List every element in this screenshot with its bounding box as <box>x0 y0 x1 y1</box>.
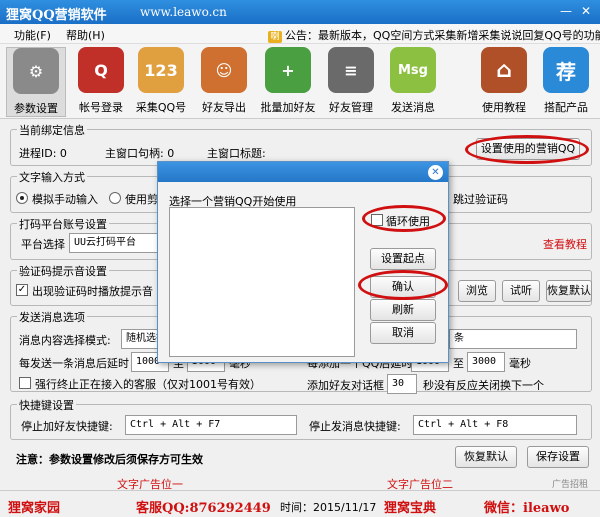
dialog-close-icon[interactable]: ✕ <box>428 165 443 180</box>
text-input-title: 文字输入方式 <box>17 169 87 185</box>
mode-label: 消息内容选择模式: <box>19 334 111 347</box>
tutorial-link[interactable]: 查看教程 <box>543 236 587 252</box>
qq-list[interactable] <box>169 207 355 357</box>
loop-highlight-oval <box>362 205 446 232</box>
menu-bar: 功能(F) 帮助(H) 喇公告：最新版本，QQ空间方式采集新增采集说说回复QQ号… <box>0 24 600 44</box>
dialog-title-bar <box>158 162 448 182</box>
recommend-icon: 荐 <box>543 47 589 93</box>
radio-manual[interactable] <box>16 192 28 204</box>
restore-defaults-button[interactable]: 恢复默认 <box>455 446 517 468</box>
stop-send-input[interactable]: Ctrl + Alt + F8 <box>413 415 577 435</box>
toolbar-friends[interactable]: ≡ 好友管理 <box>321 47 381 117</box>
stop-send-label: 停止发消息快捷键: <box>309 420 401 433</box>
window-title-label: 主窗口标题: <box>207 147 266 160</box>
menu-help[interactable]: 帮助(H) <box>66 27 105 43</box>
ad-slot-2[interactable]: 文字广告位二 <box>330 476 510 491</box>
send-options-title: 发送消息选项 <box>17 309 87 325</box>
toolbar: ⚙ 参数设置 Q 帐号登录 123 采集QQ号 ☺ 好友导出 + 批量加好友 ≡ 好友管理 … <box>0 44 600 119</box>
toolbar-login[interactable]: Q 帐号登录 <box>71 47 131 117</box>
notice-text: 公告：最新版本，QQ空间方式采集新增采集说说回复QQ号的功能！ <box>285 29 600 42</box>
app-url: www.leawo.cn <box>140 5 227 19</box>
save-note: 注意：参数设置修改后须保存方可生效 <box>16 453 203 466</box>
app-title: 狸窝QQ营销软件 <box>6 8 107 23</box>
toolbar-products[interactable]: 荐搭配产品 <box>536 47 596 117</box>
highlight-oval <box>465 135 589 164</box>
save-settings-button[interactable]: 保存设置 <box>527 446 589 468</box>
add-delay-to-input[interactable]: 3000 <box>467 352 505 372</box>
toolbar-label: 好友导出 <box>202 101 246 114</box>
platform-label: 平台选择 <box>21 238 65 251</box>
window-handle: 主窗口句柄: 0 <box>105 147 175 160</box>
dialog-timeout-suffix: 秒没有反应关闭换下一个 <box>423 379 544 392</box>
toolbar-label: 采集QQ号 <box>135 101 187 114</box>
stop-add-input[interactable]: Ctrl + Alt + F7 <box>125 415 297 435</box>
captcha-sound-label: 出现验证码时播放提示音 <box>32 285 153 298</box>
notice-bar[interactable]: 喇公告：最新版本，QQ空间方式采集新增采集说说回复QQ号的功能！ <box>268 27 600 43</box>
date-label: 时间：2015/11/17 <box>280 501 377 514</box>
add-delay-unit: 毫秒 <box>509 357 531 370</box>
toolbar-export[interactable]: ☺ 好友导出 <box>194 47 254 117</box>
toolbar-label: 使用教程 <box>482 101 526 114</box>
process-id: 进程ID: 0 <box>19 147 67 160</box>
gear-icon: ⚙ <box>13 48 59 94</box>
guide-link[interactable]: 狸窝宝典 <box>384 497 436 516</box>
qq-login-icon: Q <box>78 47 124 93</box>
set-start-button[interactable]: 设置起点 <box>370 248 436 270</box>
force-stop-label: 强行终止正在接入的客服（仅对1001号有效） <box>35 378 261 391</box>
add-delay-to-label: 至 <box>453 357 464 370</box>
notebook-icon: ≡ <box>328 47 374 93</box>
platform-title: 打码平台账号设置 <box>17 216 109 232</box>
ad-slot-1[interactable]: 文字广告位一 <box>60 476 240 491</box>
service-qq: 客服QQ:876292449 <box>136 501 271 516</box>
stop-add-label: 停止加好友快捷键: <box>21 420 113 433</box>
browse-button[interactable]: 浏览 <box>458 280 496 302</box>
number-icon: 123 <box>138 47 184 93</box>
cancel-button[interactable]: 取消 <box>370 322 436 344</box>
radio-clipboard[interactable] <box>109 192 121 204</box>
wechat-label: 微信：ileawo <box>484 501 570 516</box>
toolbar-collect[interactable]: 123 采集QQ号 <box>131 47 191 117</box>
toolbar-label: 发送消息 <box>391 101 435 114</box>
menu-function[interactable]: 功能(F) <box>14 27 51 43</box>
toolbar-params[interactable]: ⚙ 参数设置 <box>6 47 66 117</box>
toolbar-batch-add[interactable]: + 批量加好友 <box>258 47 318 117</box>
toolbar-send[interactable]: Msg 发送消息 <box>383 47 443 117</box>
platform-select[interactable]: UU云打码平台 <box>69 233 159 253</box>
right-select[interactable]: 条 <box>449 329 577 349</box>
confirm-highlight-oval <box>358 270 448 300</box>
toolbar-label: 帐号登录 <box>79 101 123 114</box>
close-button[interactable]: ✕ <box>578 3 594 19</box>
house-icon: ⌂ <box>481 47 527 93</box>
minimize-button[interactable]: — <box>558 3 574 19</box>
restore-sound-button[interactable]: 恢复默认 <box>546 280 592 302</box>
status-bar: 狸窝家园 客服QQ:876292449 时间：2015/11/17 狸窝宝典 微… <box>0 490 600 517</box>
title-bar: 狸窝QQ营销软件 www.leawo.cn — ✕ <box>0 0 600 24</box>
test-button[interactable]: 试听 <box>502 280 540 302</box>
toolbar-tutorial[interactable]: ⌂ 使用教程 <box>474 47 534 117</box>
toolbar-label: 参数设置 <box>14 102 58 115</box>
toolbar-label: 搭配产品 <box>544 101 588 114</box>
hotkey-title: 快捷键设置 <box>17 397 76 413</box>
skip-captcha-label: 跳过验证码 <box>453 193 508 206</box>
message-icon: Msg <box>390 47 436 93</box>
add-person-icon: + <box>265 47 311 93</box>
home-link[interactable]: 狸窝家园 <box>8 497 60 516</box>
person-icon: ☺ <box>201 47 247 93</box>
binding-title: 当前绑定信息 <box>17 122 87 138</box>
refresh-button[interactable]: 刷新 <box>370 299 436 321</box>
captcha-title: 验证码提示音设置 <box>17 263 109 279</box>
toolbar-label: 好友管理 <box>329 101 373 114</box>
ad-link[interactable]: 广告招租 <box>552 477 588 490</box>
select-qq-dialog: ✕ 选择一个营销QQ开始使用 循环使用 设置起点 确认 刷新 取消 <box>157 161 449 363</box>
delay-label: 每发送一条消息后延时 <box>19 357 129 370</box>
dialog-timeout-input[interactable]: 30 <box>387 374 417 394</box>
toolbar-label: 批量加好友 <box>260 101 316 114</box>
captcha-sound-checkbox[interactable]: ✓ <box>16 284 28 296</box>
force-stop-checkbox[interactable] <box>19 377 31 389</box>
dialog-timeout-label: 添加好友对话框 <box>307 379 384 392</box>
radio-manual-label: 模拟手动输入 <box>32 193 98 206</box>
hotkey-group: 快捷键设置 停止加好友快捷键: Ctrl + Alt + F7 停止发消息快捷键… <box>10 397 592 440</box>
megaphone-icon: 喇 <box>268 31 282 43</box>
